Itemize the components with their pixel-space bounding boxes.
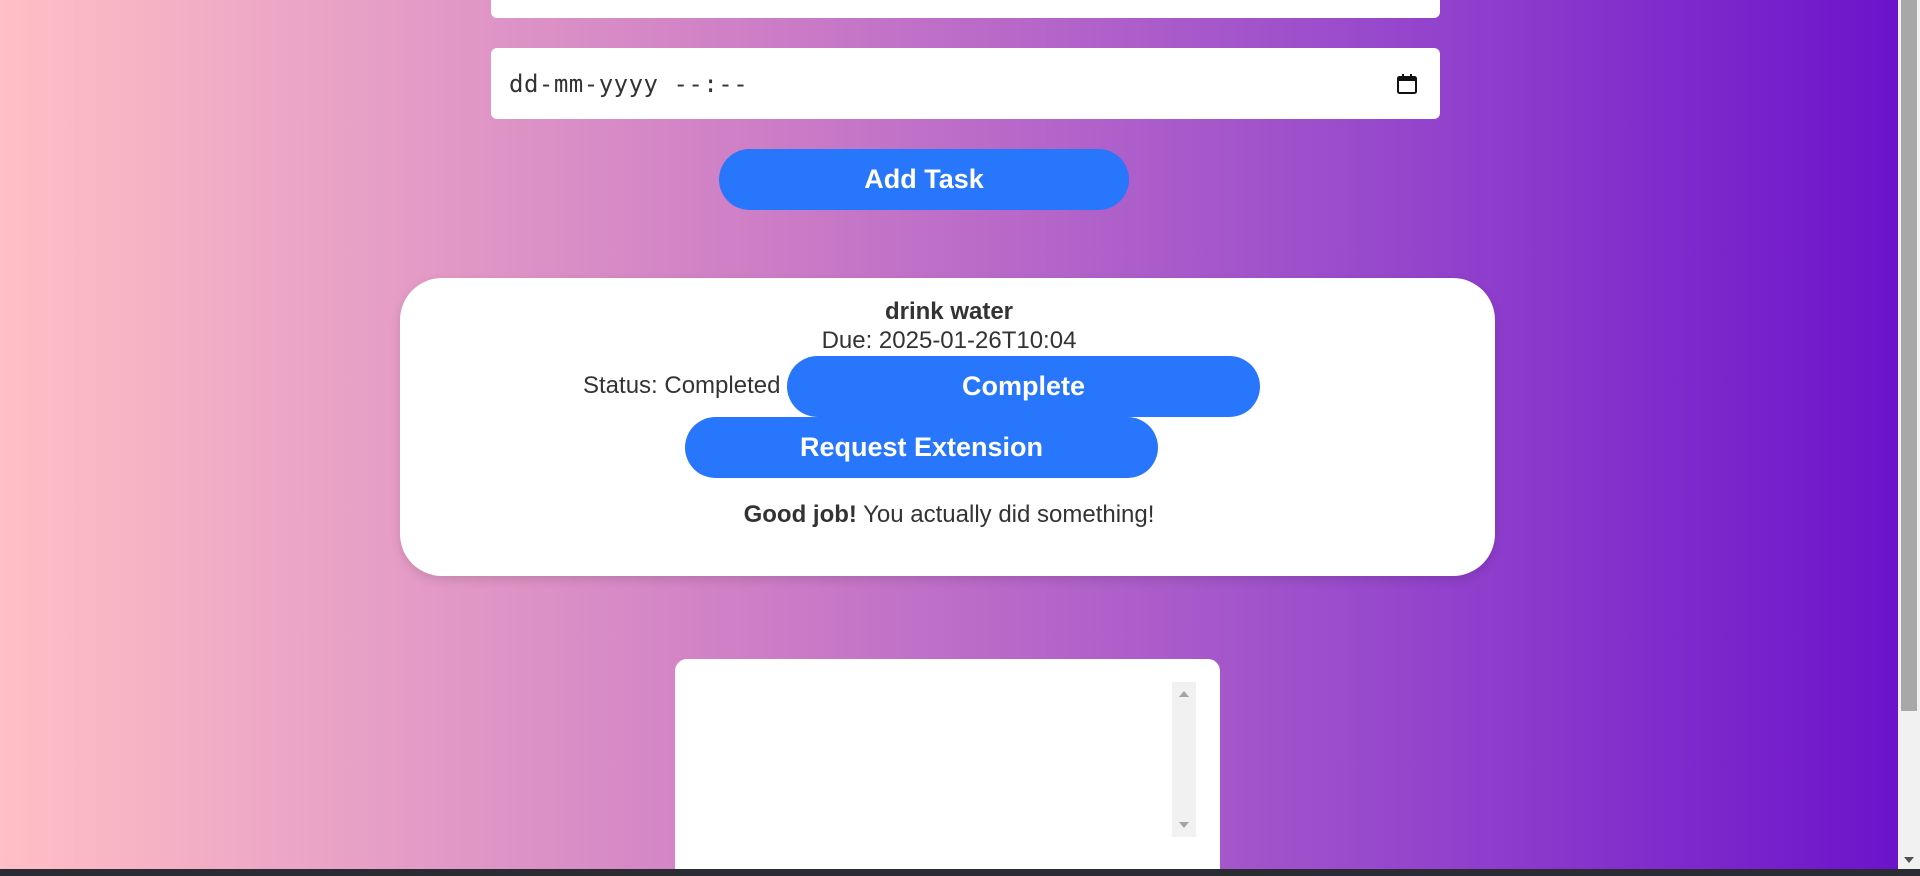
due-date-placeholder: dd-mm-yyyy --:--	[509, 69, 749, 98]
scroll-up-arrow-icon[interactable]	[1179, 691, 1189, 697]
complete-button[interactable]: Complete	[787, 356, 1260, 417]
task-title: drink water	[884, 298, 1014, 325]
task-feedback-emphasis: Good job!	[743, 501, 857, 528]
calendar-icon[interactable]	[1396, 73, 1418, 95]
taskbar-edge	[0, 869, 1920, 876]
task-feedback-text: You actually did something!	[856, 501, 1155, 528]
due-date-input[interactable]: dd-mm-yyyy --:--	[491, 48, 1440, 119]
add-task-button[interactable]: Add Task	[719, 149, 1129, 210]
task-due-date: Due: 2025-01-26T10:04	[821, 327, 1077, 354]
message-box[interactable]	[675, 659, 1220, 869]
task-status: Status: Completed	[583, 372, 781, 399]
page-scroll-down-icon[interactable]	[1904, 857, 1914, 863]
request-extension-button[interactable]: Request Extension	[685, 417, 1158, 478]
page: dd-mm-yyyy --:-- Add Task drink water Du…	[0, 0, 1920, 876]
page-scroll-thumb[interactable]	[1901, 0, 1917, 711]
page-scrollbar[interactable]	[1898, 0, 1920, 869]
scroll-down-arrow-icon[interactable]	[1179, 822, 1189, 828]
message-box-scrollbar[interactable]	[1172, 682, 1196, 837]
task-name-input[interactable]	[491, 0, 1440, 18]
task-feedback-message: Good job! You actually did something!	[0, 501, 1898, 529]
app-viewport: dd-mm-yyyy --:-- Add Task drink water Du…	[0, 0, 1898, 869]
